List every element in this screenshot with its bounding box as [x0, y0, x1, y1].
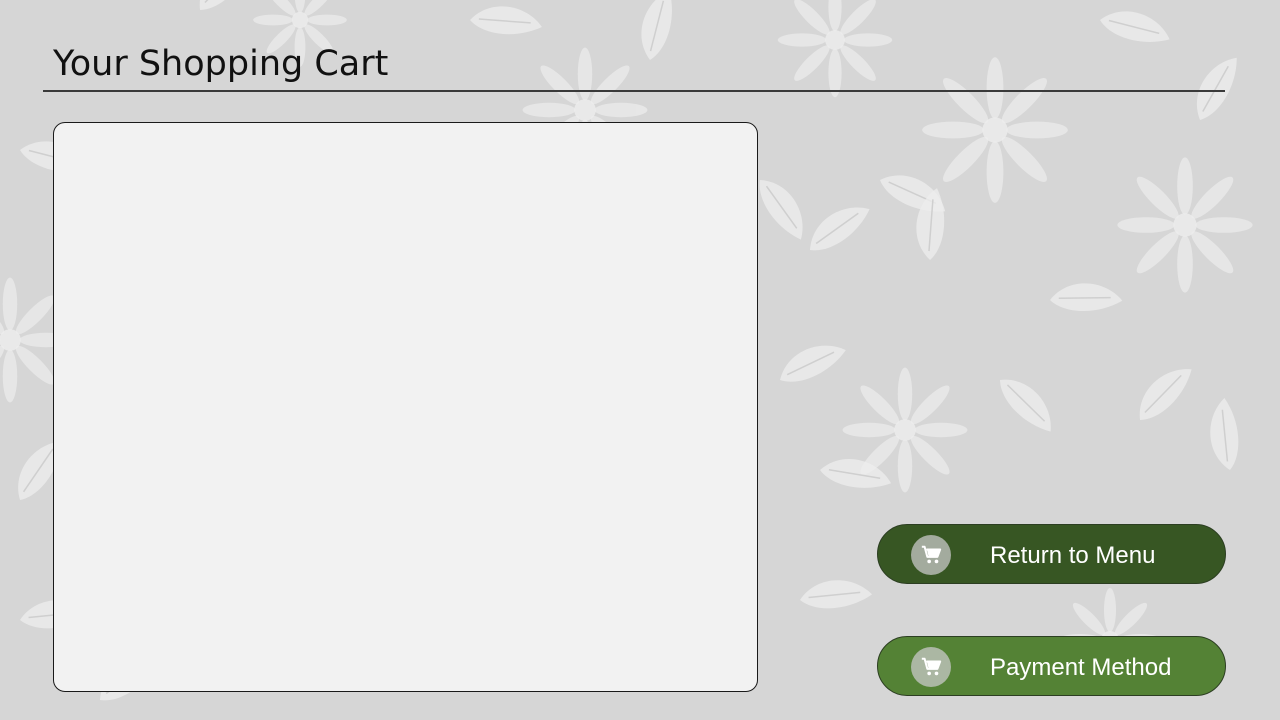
- payment-method-button[interactable]: Payment Method: [877, 636, 1226, 696]
- return-to-menu-button[interactable]: Return to Menu: [877, 524, 1226, 584]
- shopping-cart-icon: [911, 535, 951, 575]
- page-title: Your Shopping Cart: [53, 44, 389, 84]
- title-divider: [43, 90, 1225, 92]
- payment-method-label: Payment Method: [990, 654, 1172, 681]
- shopping-cart-icon: [911, 647, 951, 687]
- return-to-menu-label: Return to Menu: [990, 542, 1156, 569]
- cart-items-panel: [53, 122, 758, 692]
